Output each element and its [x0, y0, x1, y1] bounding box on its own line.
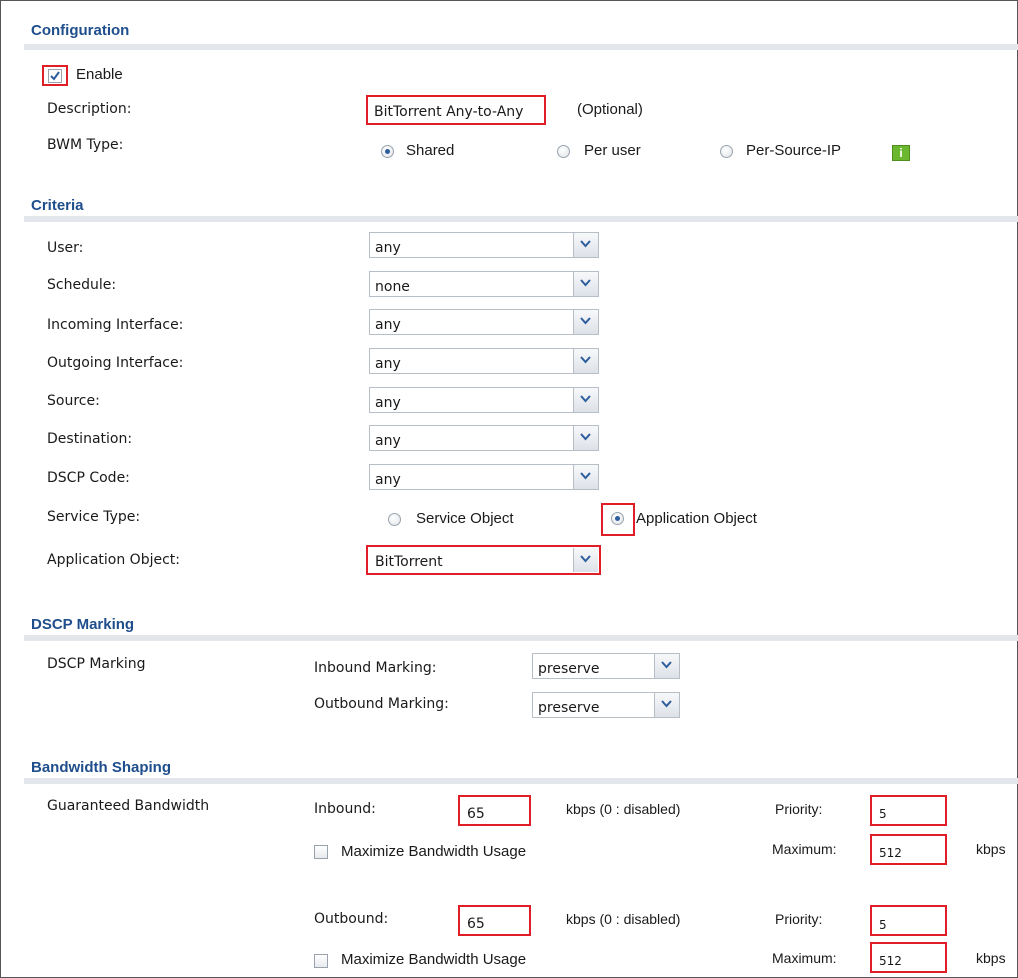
inbound-priority-label: Priority:: [775, 801, 823, 817]
application-object-radio[interactable]: [611, 512, 624, 525]
outbound-maximize-checkbox[interactable]: [314, 954, 328, 968]
bwm-per-user-radio[interactable]: [557, 145, 570, 158]
inbound-marking-value: preserve: [538, 661, 600, 677]
schedule-select-value: none: [375, 279, 410, 295]
source-select-value: any: [375, 395, 401, 411]
outgoing-interface-select[interactable]: any: [369, 348, 599, 374]
section-title-criteria: Criteria: [31, 197, 84, 214]
application-object-option-label: Application Object: [636, 510, 757, 527]
description-label: Description:: [47, 101, 132, 117]
inbound-kbps-hint: kbps (0 : disabled): [566, 801, 681, 817]
bwm-per-user-label: Per user: [584, 142, 641, 159]
outbound-priority-value: 5: [879, 918, 887, 932]
checkmark-icon: [50, 71, 60, 81]
dscp-marking-label: DSCP Marking: [47, 656, 146, 672]
user-select-value: any: [375, 240, 401, 256]
inbound-maximize-label: Maximize Bandwidth Usage: [341, 843, 527, 860]
outbound-marking-value: preserve: [538, 700, 600, 716]
inbound-priority-value: 5: [879, 807, 887, 821]
incoming-interface-value: any: [375, 317, 401, 333]
service-object-label: Service Object: [416, 510, 514, 527]
section-divider: [24, 778, 1018, 784]
description-input[interactable]: BitTorrent Any-to-Any: [366, 95, 546, 125]
inbound-marking-select[interactable]: preserve: [532, 653, 680, 679]
application-object-select[interactable]: BitTorrent: [366, 545, 601, 575]
outbound-marking-select[interactable]: preserve: [532, 692, 680, 718]
user-label: User:: [47, 240, 84, 256]
outbound-priority-label: Priority:: [775, 911, 823, 927]
chevron-down-icon[interactable]: [654, 654, 679, 678]
chevron-down-icon[interactable]: [573, 465, 598, 489]
schedule-select[interactable]: none: [369, 271, 599, 297]
destination-select[interactable]: any: [369, 425, 599, 451]
chevron-down-icon[interactable]: [573, 388, 598, 412]
service-object-radio[interactable]: [388, 513, 401, 526]
dscp-code-select[interactable]: any: [369, 464, 599, 490]
section-title-bandwidth-shaping: Bandwidth Shaping: [31, 759, 171, 776]
schedule-label: Schedule:: [47, 277, 117, 293]
outgoing-interface-label: Outgoing Interface:: [47, 355, 184, 371]
service-type-label: Service Type:: [47, 509, 141, 525]
chevron-down-icon[interactable]: [573, 272, 598, 296]
section-divider: [24, 44, 1018, 50]
outbound-priority-input[interactable]: 5: [870, 905, 947, 936]
description-value: BitTorrent Any-to-Any: [374, 104, 524, 120]
destination-label: Destination:: [47, 431, 133, 447]
bwm-per-source-ip-radio[interactable]: [720, 145, 733, 158]
description-optional-hint: (Optional): [577, 101, 643, 118]
inbound-bandwidth-input[interactable]: 65: [458, 795, 531, 826]
dscp-code-value: any: [375, 472, 401, 488]
outbound-kbps-hint: kbps (0 : disabled): [566, 911, 681, 927]
outbound-maximum-label: Maximum:: [772, 950, 837, 966]
outbound-maximum-input[interactable]: 512: [870, 942, 947, 973]
bwm-shared-radio[interactable]: [381, 145, 394, 158]
chevron-down-icon[interactable]: [573, 548, 598, 572]
outbound-bandwidth-input[interactable]: 65: [458, 905, 531, 936]
guaranteed-bandwidth-label: Guaranteed Bandwidth: [47, 798, 210, 814]
inbound-bandwidth-value: 65: [467, 806, 485, 822]
inbound-bandwidth-label: Inbound:: [314, 801, 376, 817]
outbound-maximum-unit: kbps: [976, 950, 1006, 966]
bwm-shared-label: Shared: [406, 142, 455, 159]
incoming-interface-select[interactable]: any: [369, 309, 599, 335]
inbound-marking-label: Inbound Marking:: [314, 660, 437, 676]
section-divider: [24, 216, 1018, 222]
inbound-priority-input[interactable]: 5: [870, 795, 947, 826]
bwm-per-source-ip-label: Per-Source-IP: [746, 142, 842, 159]
outbound-maximum-value: 512: [879, 954, 902, 968]
inbound-maximum-label: Maximum:: [772, 841, 837, 857]
outbound-bandwidth-label: Outbound:: [314, 911, 389, 927]
inbound-maximum-value: 512: [879, 846, 902, 860]
inbound-maximize-checkbox[interactable]: [314, 845, 328, 859]
inbound-maximum-unit: kbps: [976, 841, 1006, 857]
chevron-down-icon[interactable]: [573, 310, 598, 334]
application-object-value: BitTorrent: [375, 554, 443, 570]
info-icon[interactable]: i: [892, 145, 910, 161]
chevron-down-icon[interactable]: [573, 233, 598, 257]
section-title-dscp-marking: DSCP Marking: [31, 616, 135, 633]
source-select[interactable]: any: [369, 387, 599, 413]
enable-label: Enable: [76, 66, 123, 83]
section-title-configuration: Configuration: [31, 22, 130, 39]
destination-select-value: any: [375, 433, 401, 449]
outbound-marking-label: Outbound Marking:: [314, 696, 449, 712]
outbound-bandwidth-value: 65: [467, 916, 485, 932]
outbound-maximize-label: Maximize Bandwidth Usage: [341, 951, 527, 968]
dscp-code-label: DSCP Code:: [47, 470, 130, 486]
chevron-down-icon[interactable]: [573, 349, 598, 373]
chevron-down-icon[interactable]: [654, 693, 679, 717]
inbound-maximum-input[interactable]: 512: [870, 834, 947, 865]
enable-checkbox[interactable]: [48, 69, 62, 83]
chevron-down-icon[interactable]: [573, 426, 598, 450]
section-divider: [24, 635, 1018, 641]
bwm-type-label: BWM Type:: [47, 137, 124, 153]
outgoing-interface-value: any: [375, 356, 401, 372]
incoming-interface-label: Incoming Interface:: [47, 317, 184, 333]
user-select[interactable]: any: [369, 232, 599, 258]
application-object-label: Application Object:: [47, 552, 180, 568]
source-label: Source:: [47, 393, 100, 409]
